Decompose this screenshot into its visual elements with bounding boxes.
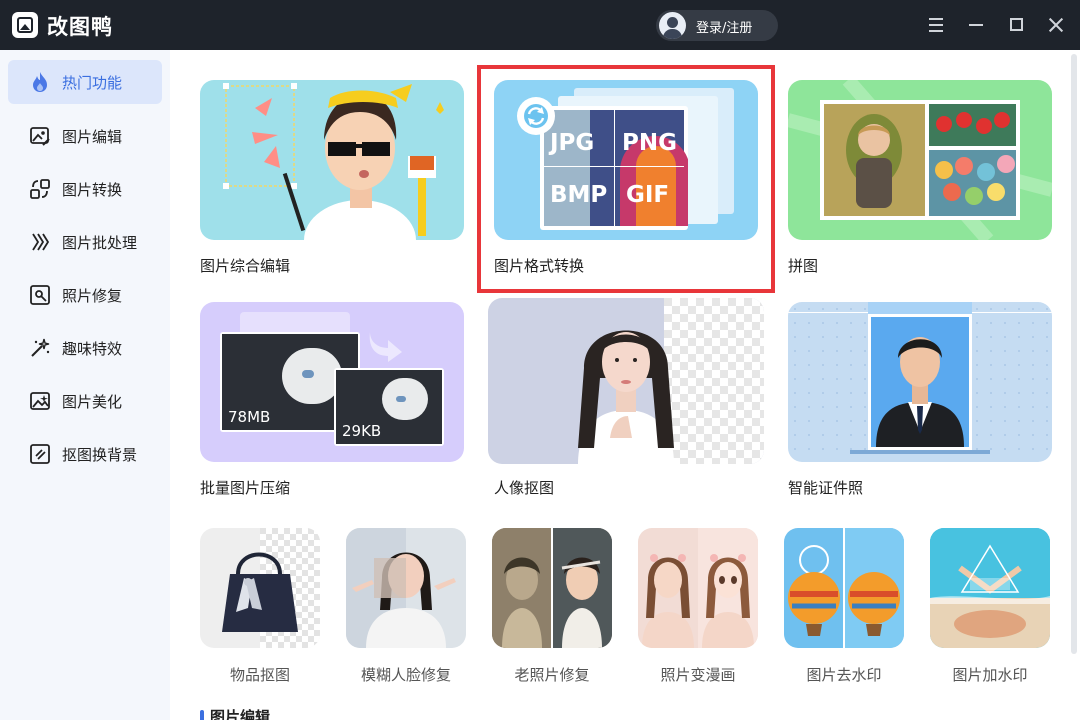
sidebar-item-hot[interactable]: 热门功能	[8, 60, 162, 104]
convert-icon	[30, 179, 50, 199]
card-portrait-cutout-thumbnail	[488, 298, 764, 464]
card-photo-to-comic-thumbnail	[638, 528, 758, 648]
minimize-icon[interactable]	[964, 13, 988, 37]
sidebar-item-label: 趣味特效	[62, 340, 123, 358]
scrollbar[interactable]	[1071, 54, 1077, 654]
card-label: 老照片修复	[514, 666, 590, 684]
sidebar-item-image-edit[interactable]: 图片编辑	[8, 114, 162, 158]
app-logo-icon	[12, 12, 38, 38]
photo-repair-icon	[30, 285, 50, 305]
sidebar-item-batch[interactable]: 图片批处理	[8, 220, 162, 264]
sidebar-item-label: 照片修复	[62, 287, 123, 305]
size-before: 78MB	[228, 408, 271, 426]
card-label: 智能证件照	[788, 479, 864, 497]
sidebar-item-label: 热门功能	[62, 74, 123, 92]
magic-wand-icon	[31, 338, 50, 357]
card-face-restore-thumbnail	[346, 528, 466, 648]
card-label: 模糊人脸修复	[360, 666, 451, 684]
sidebar: 热门功能 图片编辑 图片转换 图片批处理 照片修复 趣味特效 图片美化 抠图换背…	[0, 50, 170, 720]
card-label: 图片综合编辑	[200, 257, 291, 275]
image-edit-icon	[30, 127, 50, 146]
card-id-photo-thumbnail	[788, 302, 1052, 462]
card-add-watermark-thumbnail	[930, 528, 1050, 648]
card-old-photo-restore-thumbnail	[492, 528, 612, 648]
size-after: 29KB	[342, 422, 382, 440]
close-icon[interactable]	[1044, 13, 1068, 37]
section-title: 图片编辑	[210, 708, 271, 720]
arrow-down-icon	[369, 332, 402, 362]
card-label: 照片变漫画	[660, 666, 736, 684]
sidebar-item-label: 图片转换	[62, 181, 123, 199]
maximize-icon[interactable]	[1004, 13, 1028, 37]
cutout-icon	[30, 444, 50, 464]
sidebar-item-beautify[interactable]: 图片美化	[8, 379, 162, 423]
sidebar-item-photo-repair[interactable]: 照片修复	[8, 273, 162, 317]
sidebar-item-label: 图片批处理	[62, 234, 138, 252]
card-label: 批量图片压缩	[200, 479, 291, 497]
menu-icon[interactable]	[924, 13, 948, 37]
avatar-icon	[659, 12, 686, 39]
card-remove-watermark-thumbnail	[784, 528, 904, 648]
selection-highlight	[477, 65, 775, 293]
flame-icon	[33, 72, 47, 92]
sidebar-item-image-convert[interactable]: 图片转换	[8, 167, 162, 211]
card-label: 物品抠图	[229, 666, 290, 684]
title-bar: 改图鸭 登录/注册	[0, 0, 1080, 50]
login-label: 登录/注册	[696, 21, 753, 36]
image-beautify-icon	[30, 392, 50, 410]
card-image-edit-thumbnail	[200, 80, 464, 240]
card-label: 图片加水印	[952, 666, 1028, 684]
card-label: 图片去水印	[806, 666, 882, 684]
card-batch-compress-thumbnail: 78MB 29KB	[200, 302, 464, 462]
sidebar-item-fun-effects[interactable]: 趣味特效	[8, 326, 162, 370]
sidebar-item-label: 图片美化	[62, 393, 123, 411]
sidebar-item-label: 抠图换背景	[62, 446, 138, 464]
card-collage-thumbnail	[788, 80, 1052, 240]
sidebar-item-cutout[interactable]: 抠图换背景	[8, 432, 162, 476]
batch-icon	[32, 233, 50, 251]
section-marker	[200, 710, 204, 720]
card-object-cutout-thumbnail	[200, 528, 320, 648]
app-title: 改图鸭	[47, 15, 113, 39]
login-button[interactable]: 登录/注册	[656, 10, 778, 41]
main-content: 图片综合编辑 JPG PNG BMP GIF 图片格式转换 拼图 78MB 29…	[170, 50, 1080, 720]
card-label: 人像抠图	[494, 479, 555, 497]
sidebar-item-label: 图片编辑	[62, 128, 123, 146]
card-label: 拼图	[788, 257, 819, 275]
